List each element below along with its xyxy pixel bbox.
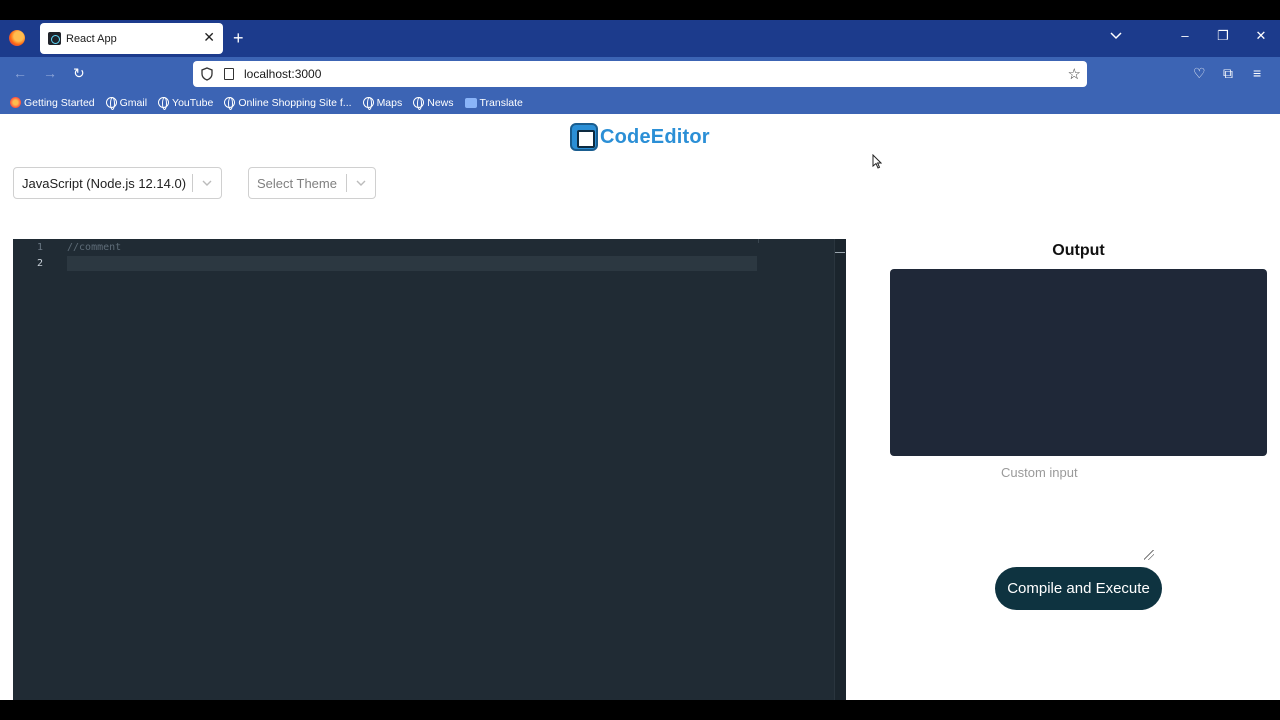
editor-ruler <box>758 239 759 243</box>
globe-icon <box>224 97 236 110</box>
editor-scrollbar[interactable] <box>834 239 846 707</box>
bookmarks-toolbar: Getting Started Gmail YouTube Online Sho… <box>0 91 1280 114</box>
theme-select-placeholder: Select Theme <box>257 175 337 191</box>
logo-text: CodeEditor <box>600 125 710 148</box>
bookmark-getting-started[interactable]: Getting Started <box>10 97 95 109</box>
screen-bottom-border <box>0 700 1280 720</box>
reload-icon[interactable]: ↻ <box>73 66 85 80</box>
restore-icon[interactable]: ❐ <box>1216 28 1230 44</box>
chevron-down-icon[interactable] <box>347 180 375 186</box>
page-content: CodeEditor JavaScript (Node.js 12.14.0) … <box>0 114 1280 707</box>
app-logo: CodeEditor <box>570 123 710 151</box>
new-tab-button[interactable]: + <box>233 29 244 47</box>
extensions-icon[interactable]: ⧉ <box>1223 65 1233 82</box>
bookmark-youtube[interactable]: YouTube <box>158 97 213 110</box>
custom-input-field[interactable] <box>890 463 1190 563</box>
globe-icon <box>413 97 425 110</box>
url-bar[interactable]: localhost:3000 ☆ <box>193 61 1087 87</box>
language-select[interactable]: JavaScript (Node.js 12.14.0) <box>13 167 222 199</box>
screen-top-border <box>0 0 1280 20</box>
line-number-gutter: 1 2 <box>13 239 63 707</box>
globe-icon <box>105 97 117 110</box>
chevron-down-icon[interactable] <box>193 180 221 186</box>
translate-icon <box>464 97 477 108</box>
bookmark-translate[interactable]: Translate <box>464 97 523 109</box>
language-select-value: JavaScript (Node.js 12.14.0) <box>22 175 187 191</box>
output-panel <box>890 269 1267 456</box>
page-info-icon[interactable] <box>224 68 234 80</box>
back-icon[interactable]: ← <box>13 66 27 80</box>
react-favicon-icon <box>48 32 61 45</box>
line-number: 1 <box>37 242 44 253</box>
bookmark-maps[interactable]: Maps <box>362 97 402 110</box>
tracking-shield-icon[interactable] <box>200 67 214 81</box>
code-editor-logo-icon <box>570 123 598 151</box>
forward-icon[interactable]: → <box>43 66 57 80</box>
firefox-icon <box>10 97 21 108</box>
url-text[interactable]: localhost:3000 <box>244 67 321 81</box>
list-all-tabs-icon[interactable] <box>1109 29 1123 43</box>
minimize-icon[interactable]: – <box>1178 28 1192 43</box>
tab-strip: React App ✕ + – ❐ ✕ <box>0 20 1280 57</box>
app-menu-icon[interactable]: ≡ <box>1253 65 1261 81</box>
output-title: Output <box>1052 242 1105 259</box>
current-line-highlight <box>67 256 757 271</box>
line-number: 2 <box>37 258 44 269</box>
compile-and-execute-button[interactable]: Compile and Execute <box>995 567 1162 610</box>
bookmark-gmail[interactable]: Gmail <box>105 97 147 110</box>
bookmark-star-icon[interactable]: ☆ <box>1068 65 1081 83</box>
firefox-menu-icon[interactable] <box>9 30 25 46</box>
tab-title: React App <box>66 32 117 45</box>
tab-close-icon[interactable]: ✕ <box>203 30 215 44</box>
globe-icon <box>362 97 374 110</box>
theme-select[interactable]: Select Theme <box>248 167 376 199</box>
globe-icon <box>158 97 170 110</box>
scrollbar-cursor-marker <box>835 252 845 253</box>
code-line[interactable]: //comment <box>67 242 121 253</box>
close-window-icon[interactable]: ✕ <box>1254 28 1268 44</box>
bookmark-online-shopping[interactable]: Online Shopping Site f... <box>224 97 352 110</box>
code-editor[interactable]: 1 2 //comment <box>13 239 846 707</box>
resize-handle-icon[interactable] <box>1144 550 1154 560</box>
browser-tab[interactable]: React App ✕ <box>40 23 223 54</box>
browser-window: React App ✕ + – ❐ ✕ ← → ↻ localhost:3000… <box>0 20 1280 707</box>
bookmark-news[interactable]: News <box>413 97 454 110</box>
navigation-toolbar: ← → ↻ localhost:3000 ☆ ♡ ⧉ ≡ <box>0 57 1280 91</box>
mouse-cursor-icon <box>872 154 882 169</box>
pocket-icon[interactable]: ♡ <box>1193 65 1206 82</box>
